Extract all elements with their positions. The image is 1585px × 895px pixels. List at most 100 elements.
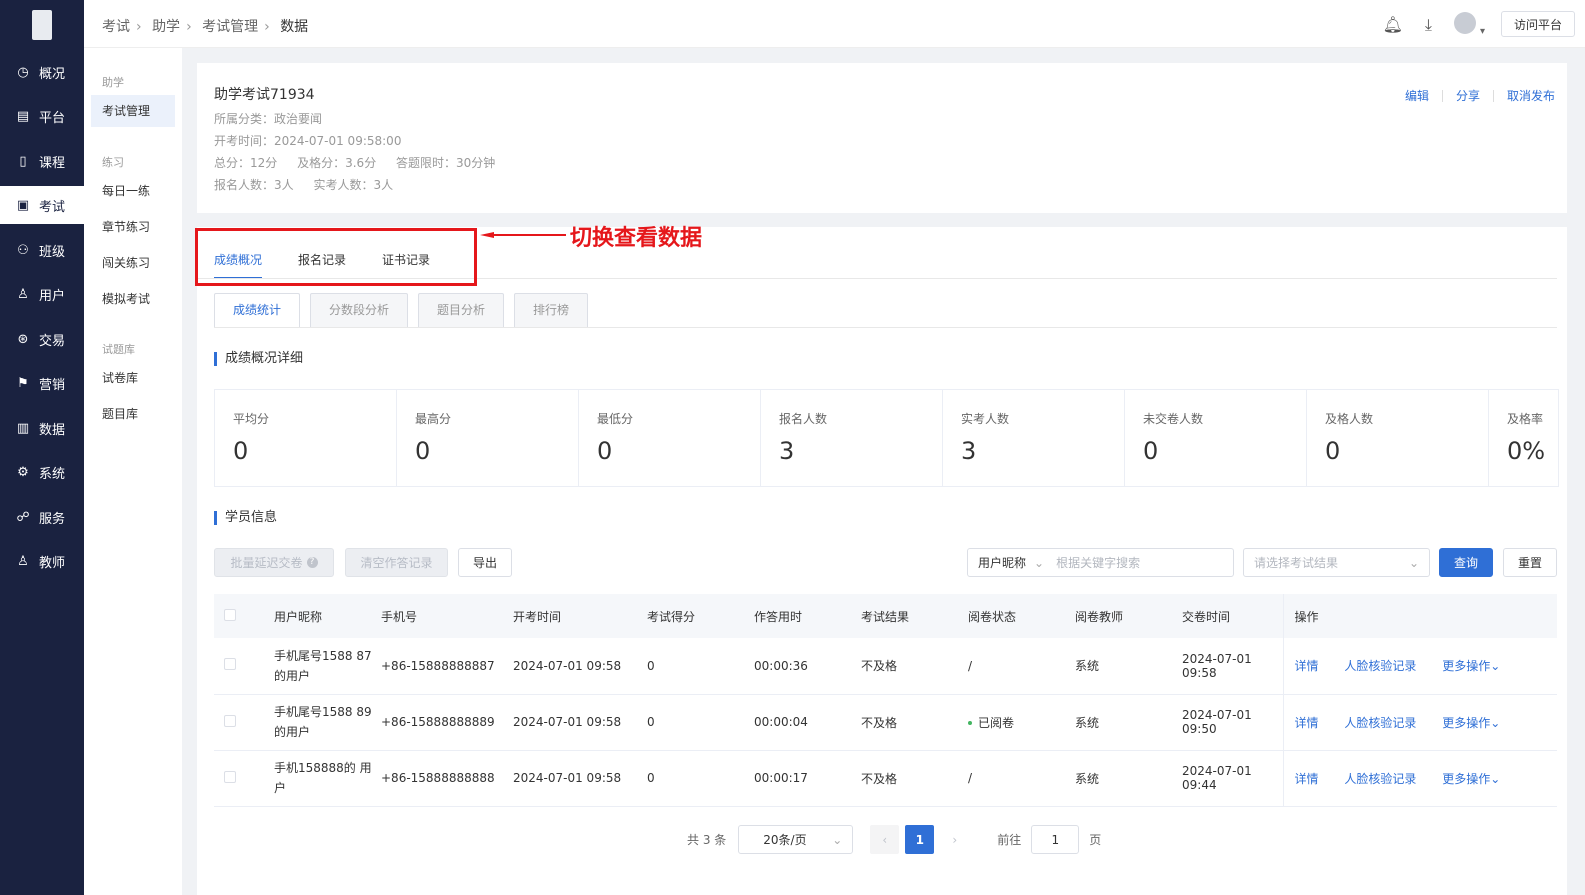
page-size-select[interactable]: 20条/页 ⌄ [738,825,854,854]
chevron-down-icon: ⌄ [1408,555,1419,570]
exam-category: 所属分类：政治要闻 [214,112,323,126]
query-button[interactable]: 查询 [1439,548,1493,577]
sidebar-item-trade[interactable]: ⊛ 交易 [0,320,84,358]
chevron-down-icon: ⌄ [1490,659,1501,674]
clear-records-button[interactable]: 清空作答记录 [345,548,448,577]
face-verify-link[interactable]: 人脸核验记录 [1344,716,1416,730]
status-label: 已阅卷 [978,715,1015,730]
stat-card: 实考人数 3 [943,390,1125,486]
service-icon: ☍ [16,509,30,525]
detail-link[interactable]: 详情 [1295,716,1319,730]
row-checkbox[interactable] [224,770,236,783]
stat-card: 最低分 0 [579,390,761,486]
face-verify-link[interactable]: 人脸核验记录 [1344,659,1416,673]
sidebar-item-user[interactable]: ♙ 用户 [0,275,84,313]
detail-link[interactable]: 详情 [1295,772,1319,786]
marketing-icon: ⚑ [17,375,29,391]
subnav-item-chapter-practice[interactable]: 章节练习 [91,211,175,243]
user-menu[interactable]: ▾ [1453,12,1485,37]
share-link[interactable]: 分享 [1456,87,1480,104]
reset-button[interactable]: 重置 [1503,548,1557,577]
stat-label: 平均分 [233,412,270,426]
row-checkbox[interactable] [224,714,236,727]
next-page-button[interactable]: › [940,825,970,854]
search-input[interactable]: 根据关键字搜索 [1056,554,1140,571]
nick-cell: 手机158888的 用户 [267,750,374,807]
goto-page-input[interactable]: 1 [1031,825,1080,854]
visit-platform-button[interactable]: 访问平台 [1501,11,1575,37]
more-actions-link[interactable]: 更多操作⌄ [1442,716,1500,730]
stat-label: 实考人数 [961,412,1010,426]
unpublish-link[interactable]: 取消发布 [1507,87,1555,104]
sidebar-item-course[interactable]: ▯ 课程 [0,142,84,180]
download-icon[interactable]: ⤓ [1425,15,1432,35]
subtab-score-range[interactable]: 分数段分析 [310,293,409,328]
subtab-score-stats[interactable]: 成绩统计 [214,293,301,328]
breadcrumb-current: 数据 [280,19,309,35]
export-button[interactable]: 导出 [458,548,512,577]
data-main-card: 成绩概况 报名记录 证书记录 成绩统计 分数段分析 题目分析 排行榜 成绩概况详… [197,227,1567,895]
detail-link[interactable]: 详情 [1295,659,1319,673]
breadcrumb-item[interactable]: 助学 [152,19,180,35]
subnav-item-mock-exam[interactable]: 模拟考试 [91,283,175,315]
student-table: 用户昵称 手机号 开考时间 考试得分 作答用时 考试结果 阅卷状态 阅卷教师 交… [214,594,1557,807]
subnav-item-question-library[interactable]: 题目库 [91,398,175,430]
table-row: 手机尾号1588 89的用户 +86-15888888889 2024-07-0… [214,694,1557,751]
row-checkbox[interactable] [224,658,236,671]
row-select-cell [214,750,267,807]
edit-link[interactable]: 编辑 [1405,87,1429,104]
sidebar-item-system[interactable]: ⚙ 系统 [0,453,84,491]
chart-icon: ▥ [16,420,30,436]
subnav-item-paper-library[interactable]: 试卷库 [91,362,175,394]
result-select[interactable]: 请选择考试结果 ⌄ [1243,548,1430,577]
secondary-nav: 助学 考试管理 练习 每日一练 章节练习 闯关练习 模拟考试 试题库 试卷库 题… [84,48,182,895]
stat-value: 0 [1325,437,1341,465]
column-header: 交卷时间 [1175,594,1283,638]
sidebar-item-data[interactable]: ▥ 数据 [0,409,84,447]
more-actions-link[interactable]: 更多操作⌄ [1442,772,1500,786]
prev-page-button[interactable]: ‹ [870,825,900,854]
batch-delay-button[interactable]: 批量延迟交卷? [214,548,334,577]
column-header: 手机号 [374,594,506,638]
nick-cell: 手机尾号1588 87的用户 [267,638,374,695]
subtab-question-analysis[interactable]: 题目分析 [418,293,505,328]
stat-label: 最高分 [415,412,452,426]
stat-value: 0 [415,437,431,465]
breadcrumb: 考试 › 助学 › 考试管理 › 数据 [102,16,308,36]
breadcrumb-item[interactable]: 考试管理 [202,19,258,35]
chevron-left-icon: ‹ [882,832,888,847]
actions-cell: 详情 人脸核验记录 更多操作⌄ [1282,638,1557,695]
sidebar-item-platform[interactable]: ▤ 平台 [0,97,84,135]
sidebar-item-service[interactable]: ☍ 服务 [0,498,84,536]
sidebar-item-exam[interactable]: ▣ 考试 [0,186,84,224]
face-verify-link[interactable]: 人脸核验记录 [1344,772,1416,786]
nick-select[interactable]: 用户昵称 ⌄ [968,554,1050,571]
chevron-right-icon: › [186,19,192,35]
select-all-checkbox[interactable] [224,608,236,621]
row-select-cell [214,638,267,695]
pagination: 共 3 条 20条/页 ⌄ ‹ 1 › 前往 1 页 [687,825,1101,854]
select-placeholder: 请选择考试结果 [1254,556,1339,570]
subnav-item-level-practice[interactable]: 闯关练习 [91,247,175,279]
submit-cell: 2024-07-01 09:44 [1175,750,1283,807]
subnav-item-exam-management[interactable]: 考试管理 [91,95,175,127]
class-icon: ⚇ [17,242,29,258]
book-icon: ▯ [19,153,27,169]
more-actions-link[interactable]: 更多操作⌄ [1442,659,1500,673]
chevron-right-icon: › [952,832,958,847]
table-toolbar: 批量延迟交卷? 清空作答记录 导出 用户昵称 ⌄ 根据关键字搜索 请选择考试结果 … [214,548,1557,578]
page-number-current[interactable]: 1 [905,825,935,854]
sidebar-item-class[interactable]: ⚇ 班级 [0,231,84,269]
subtab-ranking[interactable]: 排行榜 [514,293,589,328]
sidebar-item-overview[interactable]: ◷ 概况 [0,53,84,91]
button-label: 批量延迟交卷 [230,556,303,570]
sidebar-item-label: 班级 [39,244,66,260]
sidebar-item-marketing[interactable]: ⚑ 营销 [0,364,84,402]
status-cell: 已阅卷 [961,694,1068,751]
subnav-item-daily-practice[interactable]: 每日一练 [91,175,175,207]
exam-total: 总分：12分 [214,156,278,170]
submit-cell: 2024-07-01 09:58 [1175,638,1283,695]
bell-icon[interactable]: 🔔︎ [1383,15,1403,34]
sidebar-item-teacher[interactable]: ♙ 教师 [0,542,84,580]
breadcrumb-item[interactable]: 考试 [102,19,130,35]
